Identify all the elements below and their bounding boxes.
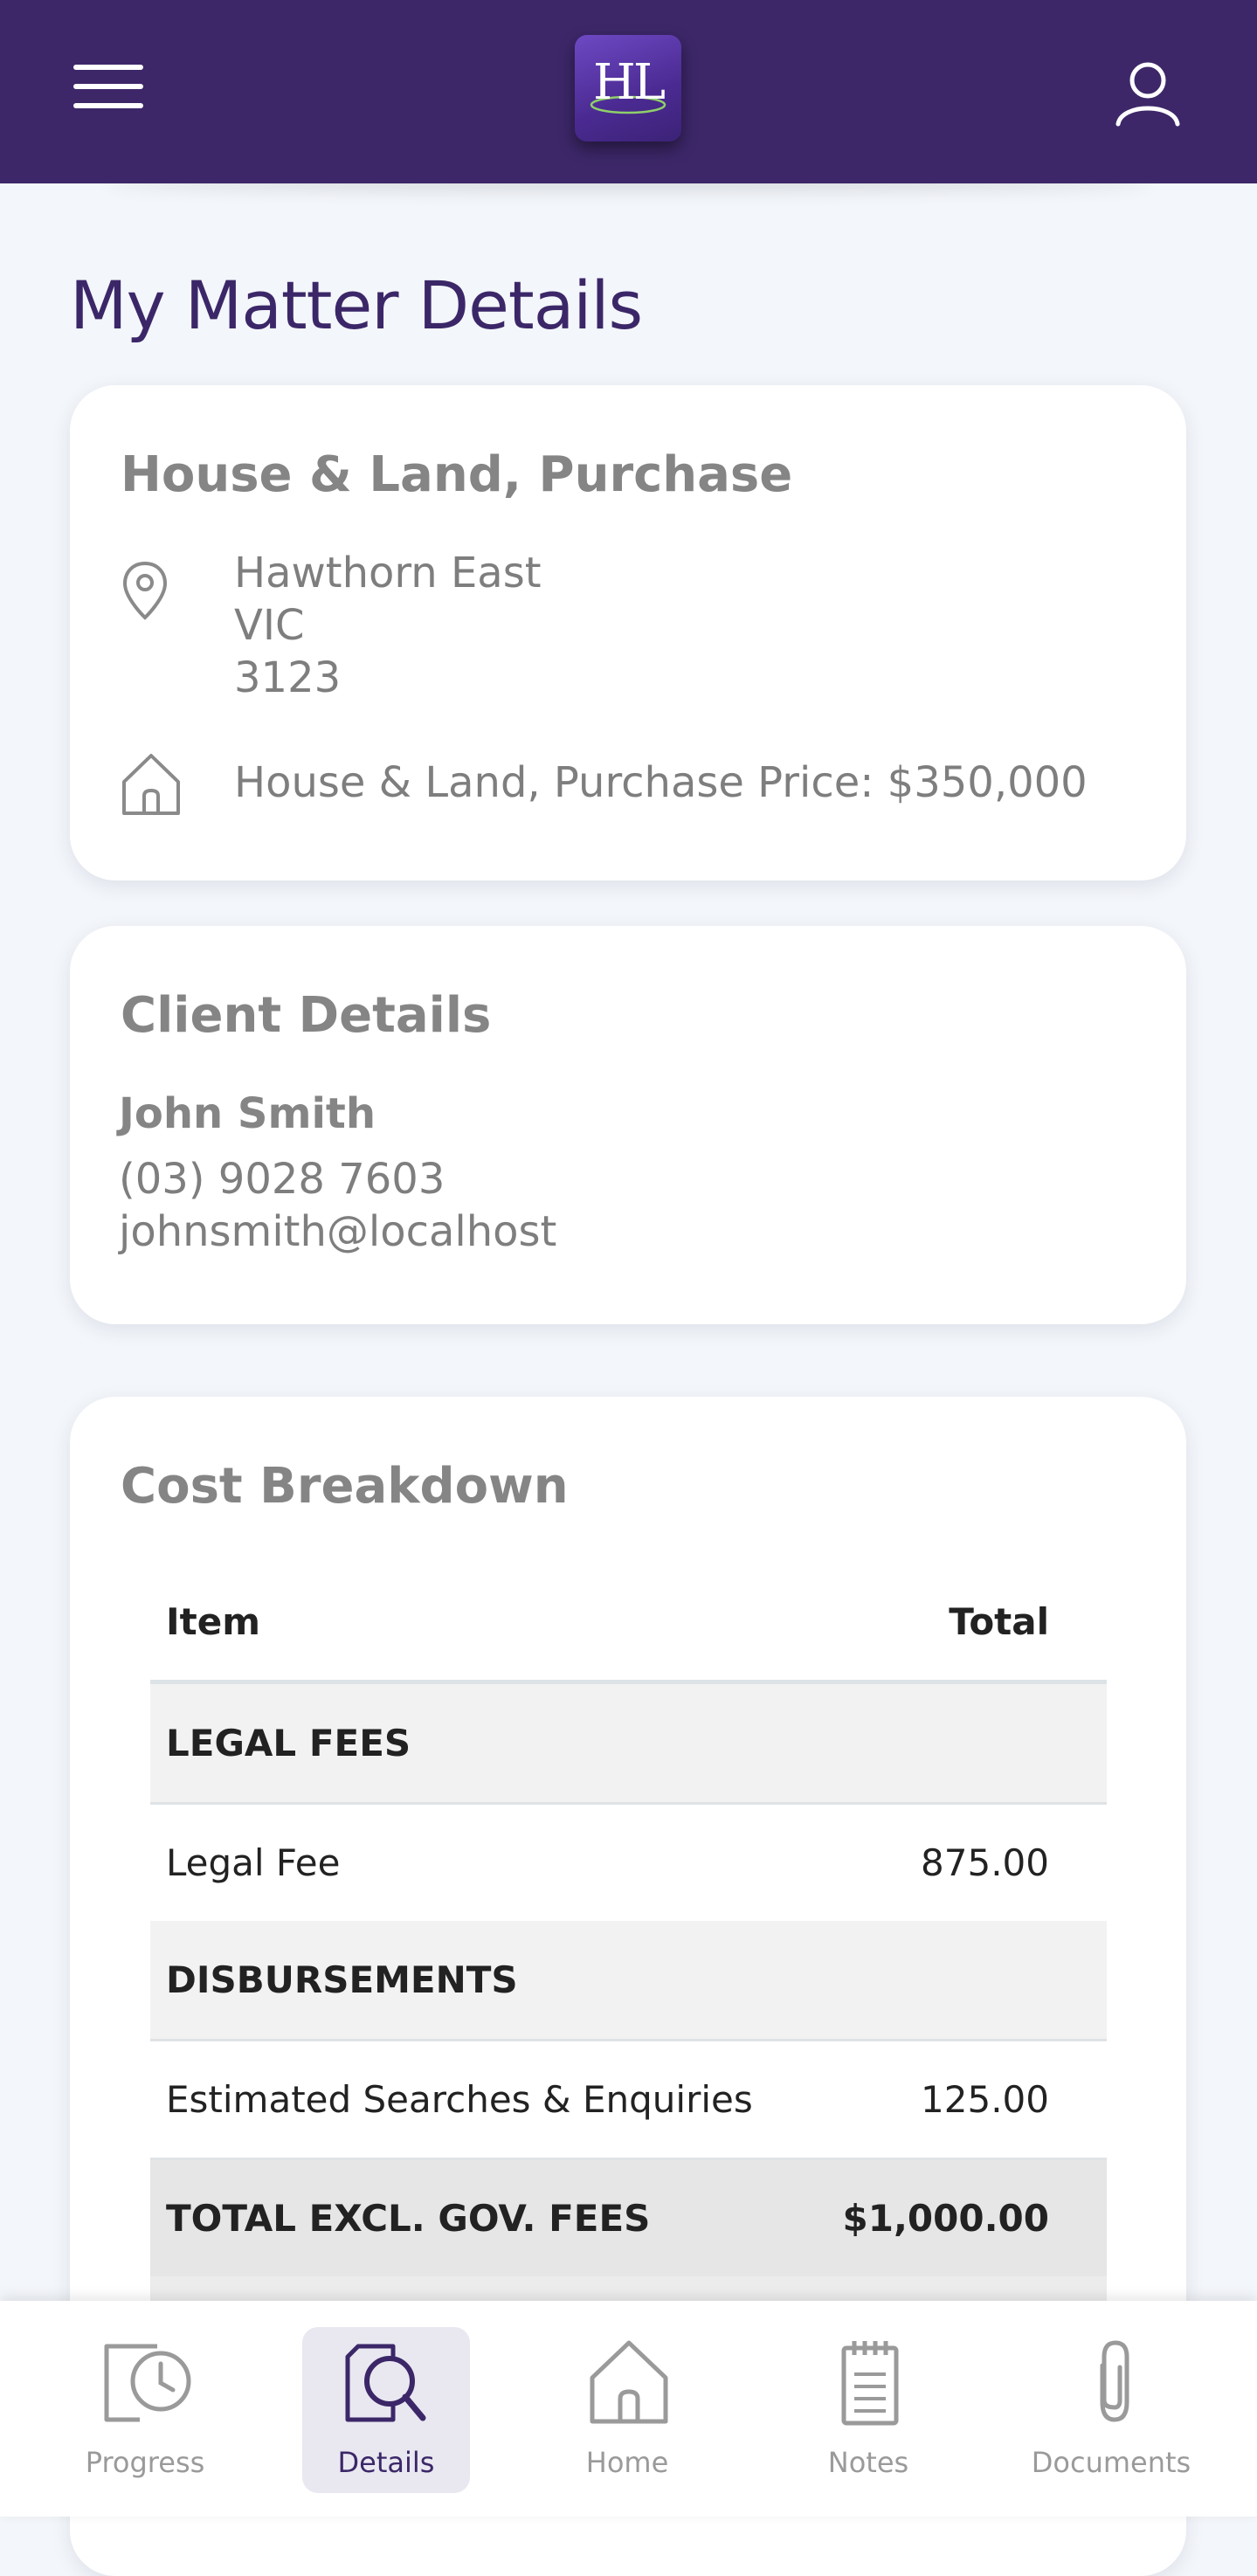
client-phone[interactable]: (03) 9028 7603 bbox=[119, 1155, 445, 1204]
table-total-row: TOTAL EXCL. GOV. FEES $1,000.00 bbox=[150, 2158, 1107, 2276]
user-profile-button[interactable] bbox=[1113, 58, 1183, 128]
nav-item-documents[interactable]: Documents bbox=[1027, 2327, 1195, 2493]
home-icon bbox=[590, 2340, 668, 2424]
item-total: 125.00 bbox=[821, 2040, 1107, 2159]
client-details-title: Client Details bbox=[121, 987, 492, 1044]
nav-label: Progress bbox=[85, 2446, 205, 2479]
cost-table: Item Total LEGAL FEES Legal Fee 875.00 D… bbox=[150, 1563, 1107, 2329]
nav-item-notes[interactable]: Notes bbox=[784, 2327, 952, 2493]
section-label: DISBURSEMENTS bbox=[150, 1921, 822, 2041]
total-label: TOTAL EXCL. GOV. FEES bbox=[150, 2158, 822, 2276]
table-section-row: LEGAL FEES bbox=[150, 1682, 1107, 1805]
nav-label: Notes bbox=[827, 2446, 909, 2479]
section-label: LEGAL FEES bbox=[150, 1682, 822, 1805]
nav-label: Documents bbox=[1031, 2446, 1191, 2479]
address-line-suburb: Hawthorn East bbox=[234, 549, 542, 597]
client-card: Client Details John Smith (03) 9028 7603… bbox=[70, 926, 1186, 1324]
item-label: Legal Fee bbox=[150, 1803, 822, 1921]
house-icon bbox=[122, 754, 180, 815]
page-title: My Matter Details bbox=[70, 266, 643, 344]
hamburger-menu-icon bbox=[73, 65, 143, 70]
user-profile-icon bbox=[1115, 62, 1180, 127]
menu-button[interactable] bbox=[73, 63, 143, 115]
location-pin-icon bbox=[122, 561, 168, 620]
matter-address: Hawthorn East VIC 3123 bbox=[234, 547, 542, 704]
table-row: Estimated Searches & Enquiries 125.00 bbox=[150, 2040, 1107, 2159]
matter-card: House & Land, Purchase Hawthorn East VIC… bbox=[70, 385, 1186, 881]
item-label: Estimated Searches & Enquiries bbox=[150, 2040, 822, 2159]
nav-item-details[interactable]: Details bbox=[302, 2327, 470, 2493]
column-header-item: Item bbox=[150, 1563, 822, 1684]
total-value: $1,000.00 bbox=[821, 2158, 1107, 2276]
cost-table-header: Item Total bbox=[150, 1563, 1107, 1684]
purchase-price: House & Land, Purchase Price: $350,000 bbox=[234, 758, 1088, 807]
notes-icon bbox=[841, 2341, 899, 2426]
nav-item-home[interactable]: Home bbox=[543, 2327, 711, 2493]
paperclip-icon bbox=[1100, 2340, 1129, 2422]
client-email[interactable]: johnsmith@localhost bbox=[119, 1207, 556, 1256]
nav-label: Home bbox=[585, 2446, 669, 2479]
item-total: 875.00 bbox=[821, 1803, 1107, 1921]
nav-item-progress[interactable]: Progress bbox=[61, 2327, 229, 2493]
app-logo[interactable]: HL bbox=[575, 35, 681, 142]
progress-clock-icon bbox=[104, 2344, 191, 2422]
nav-label: Details bbox=[337, 2446, 435, 2479]
client-name: John Smith bbox=[119, 1089, 376, 1138]
address-line-postcode: 3123 bbox=[234, 653, 342, 702]
bottom-navigation: Progress Details Home Notes Documents bbox=[0, 2301, 1257, 2517]
address-line-state: VIC bbox=[234, 601, 305, 650]
matter-title: House & Land, Purchase bbox=[121, 446, 793, 503]
table-row: Legal Fee 875.00 bbox=[150, 1803, 1107, 1921]
details-search-icon bbox=[345, 2344, 426, 2422]
column-header-total: Total bbox=[821, 1563, 1107, 1684]
logo-text: HL bbox=[592, 54, 666, 111]
cost-breakdown-title: Cost Breakdown bbox=[121, 1458, 569, 1515]
table-section-row: DISBURSEMENTS bbox=[150, 1921, 1107, 2041]
app-header: HL bbox=[0, 0, 1257, 183]
